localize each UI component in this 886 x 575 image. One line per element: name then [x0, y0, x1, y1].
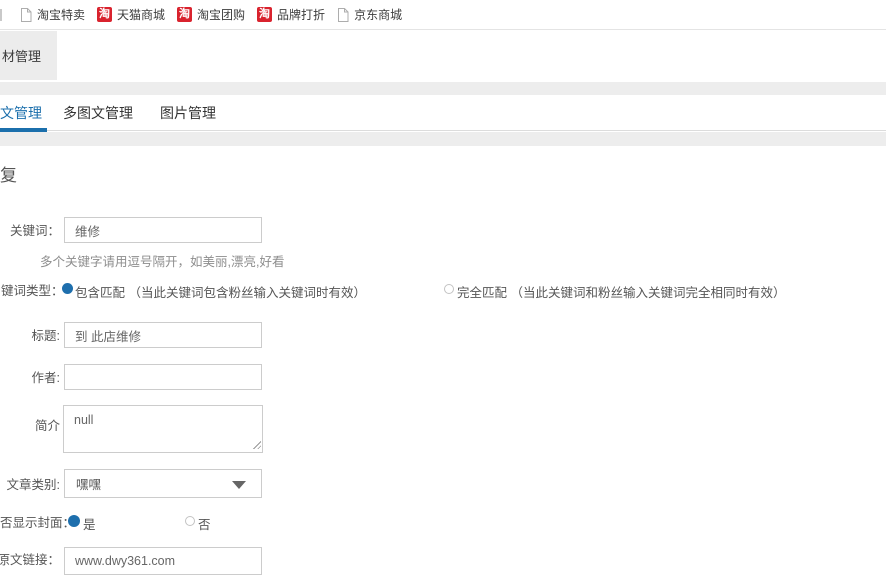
bookmark-item[interactable]: 淘 品牌打折: [257, 6, 325, 23]
tab-multi-article-management[interactable]: 多图文管理: [63, 95, 133, 131]
taobao-icon: 淘: [97, 7, 112, 22]
source-link-label: 原文链接：: [0, 553, 60, 568]
intro-textarea-wrap: null: [63, 405, 263, 453]
exact-match-radio[interactable]: [444, 284, 454, 294]
page-heading: 复: [0, 161, 17, 186]
author-label: 作者:: [32, 371, 60, 386]
page-icon: [20, 8, 32, 22]
keyword-input[interactable]: [64, 217, 262, 243]
tab-label: 文管理: [0, 103, 42, 123]
chevron-down-icon: [232, 481, 246, 489]
subtab-bar: 文管理 多图文管理 图片管理: [0, 95, 886, 131]
tab-article-management[interactable]: 文管理: [0, 95, 47, 131]
bookmark-label: 天猫商城: [117, 6, 165, 23]
source-link-input[interactable]: [64, 547, 262, 575]
title-input[interactable]: [64, 322, 262, 348]
divider-band: [0, 132, 886, 146]
taobao-icon: 淘: [257, 7, 272, 22]
clipped-bookmark-icon: [0, 9, 2, 21]
bookmark-item[interactable]: 淘 淘宝团购: [177, 6, 245, 23]
intro-label: 简介: [35, 419, 60, 434]
resize-handle-icon[interactable]: [252, 440, 261, 449]
taobao-icon: 淘: [177, 7, 192, 22]
bookmark-label: 京东商城: [354, 6, 402, 23]
category-select[interactable]: 嘿嘿: [64, 469, 262, 498]
bookmark-item[interactable]: 淘 天猫商城: [97, 6, 165, 23]
bookmark-label: 淘宝团购: [197, 6, 245, 23]
category-label: 文章类别:: [7, 478, 60, 493]
divider-band: [0, 82, 886, 95]
show-cover-label: 否显示封面：: [0, 516, 75, 531]
cover-no-label: 否: [198, 514, 211, 533]
keyword-label: 关键词：: [10, 224, 60, 239]
category-selected-value: 嘿嘿: [76, 474, 101, 493]
tab-label: 图片管理: [160, 103, 216, 123]
tab-material-management[interactable]: 材管理: [0, 31, 57, 80]
keyword-help-text: 多个关键字请用逗号隔开，如美丽,漂亮,好看: [40, 251, 284, 270]
window-tab-row: 材管理: [0, 31, 886, 80]
bookmark-item[interactable]: 淘宝特卖: [20, 6, 85, 23]
exact-match-label: 完全匹配 （当此关键词和粉丝输入关键词完全相同时有效）: [457, 282, 785, 301]
cover-yes-radio[interactable]: [68, 515, 80, 527]
cover-yes-label: 是: [83, 514, 96, 533]
bookmark-item[interactable]: 京东商城: [337, 6, 402, 23]
tab-label: 材管理: [2, 46, 41, 65]
page-icon: [337, 8, 349, 22]
intro-textarea[interactable]: null: [63, 405, 263, 453]
tab-label: 多图文管理: [63, 103, 133, 123]
keyword-type-label: 键词类型：: [1, 284, 64, 299]
bookmarks-bar: 淘宝特卖 淘 天猫商城 淘 淘宝团购 淘 品牌打折 京东商城: [0, 0, 886, 30]
author-input[interactable]: [64, 364, 262, 390]
contain-match-radio[interactable]: [62, 283, 73, 294]
cover-no-radio[interactable]: [185, 516, 195, 526]
bookmark-label: 淘宝特卖: [37, 6, 85, 23]
tab-image-management[interactable]: 图片管理: [160, 95, 216, 131]
contain-match-label: 包含匹配 （当此关键词包含粉丝输入关键词时有效）: [75, 282, 366, 301]
title-label: 标题:: [32, 329, 60, 344]
bookmark-label: 品牌打折: [277, 6, 325, 23]
